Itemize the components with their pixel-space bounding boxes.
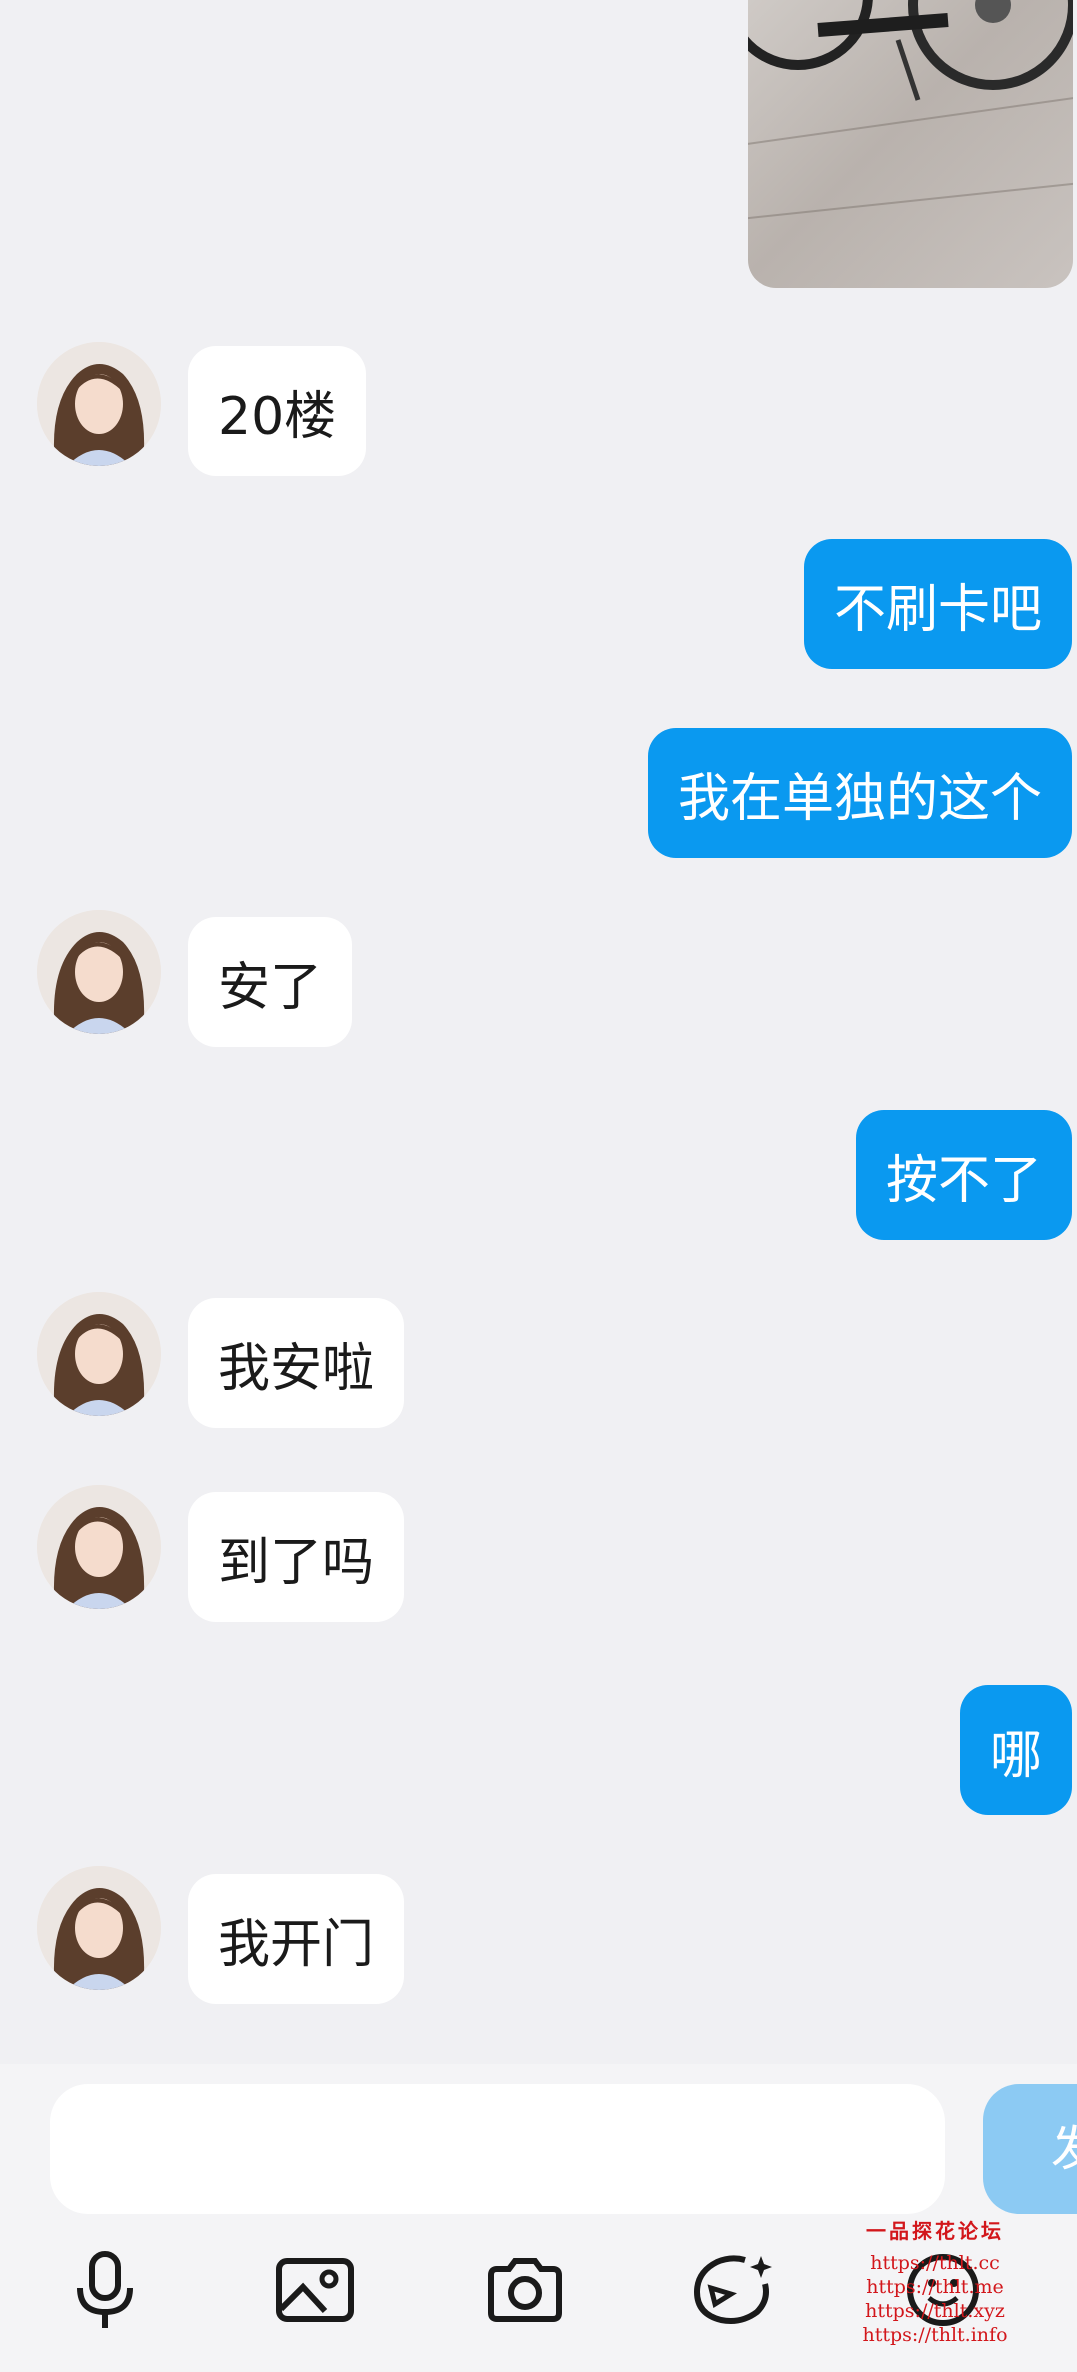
microphone-icon[interactable] <box>60 2245 150 2335</box>
incoming-message[interactable]: 我开门 <box>188 1874 405 2004</box>
camera-icon[interactable] <box>480 2245 570 2335</box>
outgoing-message[interactable]: 我在单独的这个 <box>647 728 1072 858</box>
send-button[interactable]: 发 <box>983 2084 1077 2214</box>
contact-avatar[interactable] <box>37 1292 161 1416</box>
outgoing-message[interactable]: 按不了 <box>855 1110 1072 1240</box>
contact-avatar[interactable] <box>37 1485 161 1609</box>
outgoing-message[interactable]: 哪 <box>959 1685 1072 1815</box>
incoming-message[interactable]: 我安啦 <box>188 1298 405 1428</box>
outgoing-message[interactable]: 不刷卡吧 <box>803 539 1072 669</box>
image-message[interactable] <box>748 0 1073 288</box>
watermark: 一品探花论坛 https://thlt.cc https://thlt.me h… <box>855 2219 1015 2347</box>
incoming-message[interactable]: 到了吗 <box>188 1492 405 1622</box>
watermark-url: https://thlt.xyz <box>865 2300 1005 2322</box>
contact-avatar[interactable] <box>37 342 161 466</box>
sticker-icon[interactable] <box>688 2245 778 2335</box>
incoming-message[interactable]: 安了 <box>188 917 353 1047</box>
watermark-url: https://thlt.cc <box>870 2252 1000 2274</box>
bicycle-graphic <box>748 0 1073 101</box>
message-input[interactable] <box>50 2084 945 2214</box>
contact-avatar[interactable] <box>37 1866 161 1990</box>
image-icon[interactable] <box>270 2245 360 2335</box>
watermark-url: https://thlt.info <box>862 2324 1008 2346</box>
contact-avatar[interactable] <box>37 910 161 1034</box>
incoming-message[interactable]: 20楼 <box>188 346 367 476</box>
watermark-url: https://thlt.me <box>866 2276 1004 2298</box>
watermark-title: 一品探花论坛 <box>866 2219 1004 2243</box>
